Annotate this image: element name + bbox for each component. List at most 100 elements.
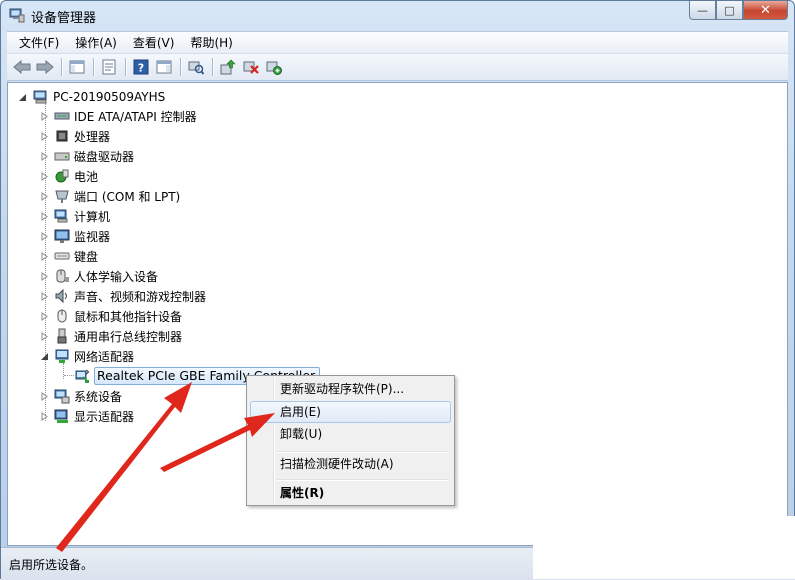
expand-triangle-icon[interactable] [40,251,49,261]
tree-category-label: 系统设备 [74,389,123,404]
title-bar[interactable]: 设备管理器 — □ ✕ [1,1,794,31]
sound-icon [55,288,67,304]
root-computer-name: PC-20190509AYHS [53,90,166,104]
expand-triangle-icon[interactable] [40,191,49,201]
tree-category-row[interactable]: 鼠标和其他指针设备 [40,306,182,326]
computer-icon [54,209,68,223]
show-hide-action-pane-button[interactable] [153,57,175,77]
menu-file[interactable]: 文件(F) [11,34,67,51]
tree-category-label: 监视器 [74,229,111,244]
disk-drive-icon [54,152,70,161]
enable-device-icon [266,61,282,75]
ide-controller-icon [54,112,70,120]
update-driver-icon [220,59,236,75]
tree-category-row[interactable]: IDE ATA/ATAPI 控制器 [40,106,197,126]
tree-category-label: 电池 [74,169,99,184]
expand-triangle-icon[interactable] [40,231,49,241]
tree-category-row[interactable]: 人体学输入设备 [40,266,158,286]
tree-category-row[interactable]: 网络适配器 [40,346,134,366]
show-hide-console-tree-button[interactable] [66,57,88,77]
menu-help[interactable]: 帮助(H) [182,34,240,51]
tree-category-label: 端口 (COM 和 LPT) [74,189,181,204]
context-scan[interactable]: 扫描检测硬件改动(A) [250,453,451,475]
expand-triangle-icon[interactable] [40,271,49,281]
close-button[interactable]: ✕ [743,1,788,20]
tree-category-label: 人体学输入设备 [74,269,159,284]
tree-category-label: 处理器 [74,129,111,144]
usb-icon [57,328,67,344]
tree-category-row[interactable]: 磁盘驱动器 [40,146,134,166]
help-icon: ? [133,59,149,75]
tree-category-row[interactable]: 显示适配器 [40,406,134,426]
back-button[interactable] [11,57,33,77]
toolbar: ? [7,53,788,81]
expand-triangle-icon[interactable] [40,391,49,401]
uninstall-icon [243,61,259,74]
computer-root-icon [33,90,47,104]
tree-category-row[interactable]: 处理器 [40,126,110,146]
tree-category-label: 计算机 [74,209,111,224]
tree-category-row[interactable]: 电池 [40,166,98,186]
tree-category-row[interactable]: 通用串行总线控制器 [40,326,182,346]
expand-triangle-icon[interactable] [40,151,49,161]
expand-triangle-icon[interactable] [40,131,49,141]
minimize-icon: — [697,3,708,17]
collapse-triangle-icon[interactable] [40,352,49,361]
enable-device-button[interactable] [263,57,285,77]
toolbar-separator [125,58,126,76]
battery-icon [55,169,69,183]
forward-icon [36,60,54,74]
tree-category-row[interactable]: 监视器 [40,226,110,246]
tree-category-label: 网络适配器 [74,349,135,364]
tree-category-row[interactable]: 键盘 [40,246,98,266]
context-properties-label: 属性 [280,486,305,500]
system-devices-icon [54,389,70,404]
uninstall-button[interactable] [240,57,262,77]
menu-action[interactable]: 操作(A) [67,34,125,51]
context-uninstall[interactable]: 卸载(U) [250,423,451,445]
minimize-button[interactable]: — [689,1,716,20]
context-separator [277,479,449,481]
help-button[interactable]: ? [130,57,152,77]
expand-triangle-icon[interactable] [40,211,49,221]
scan-hardware-button[interactable] [185,57,207,77]
expand-triangle-icon[interactable] [40,111,49,121]
context-properties[interactable]: 属性(R) [250,482,451,504]
show-hide-action-pane-icon [156,60,172,74]
expand-triangle-icon[interactable] [40,411,49,421]
collapse-triangle-icon[interactable] [18,93,27,102]
tree-category-row[interactable]: 端口 (COM 和 LPT) [40,186,180,206]
expand-triangle-icon[interactable] [40,331,49,341]
network-card-icon [75,369,90,383]
tree-category-row[interactable]: 声音、视频和游戏控制器 [40,286,206,306]
tree-category-label: 键盘 [74,249,99,264]
close-icon: ✕ [760,2,771,18]
tree-category-row[interactable]: 计算机 [40,206,110,226]
expand-triangle-icon[interactable] [40,291,49,301]
update-driver-button[interactable] [217,57,239,77]
display-adapter-icon [54,409,68,423]
maximize-button[interactable]: □ [716,1,743,20]
tree-category-label: 磁盘驱动器 [74,149,135,164]
scan-hardware-icon [188,61,204,75]
tree-category-label: 鼠标和其他指针设备 [74,309,183,324]
monitor-icon [54,229,70,243]
menu-bar: 文件(F) 操作(A) 查看(V) 帮助(H) [7,31,788,53]
tree-root[interactable]: PC-20190509AYHS [18,87,165,107]
tree-category-label: IDE ATA/ATAPI 控制器 [74,109,197,124]
menu-view[interactable]: 查看(V) [125,34,183,51]
toolbar-separator [93,58,94,76]
tree-category-row[interactable]: 系统设备 [40,386,122,406]
status-bar-overlay [533,516,795,579]
expand-triangle-icon[interactable] [40,171,49,181]
properties-button[interactable] [98,57,120,77]
context-enable[interactable]: 启用(E) [250,401,451,423]
svg-text:?: ? [138,62,144,75]
context-menu: 更新驱动程序软件(P)... 启用(E) 卸载(U) 扫描检测硬件改动(A) 属… [246,375,455,506]
processor-icon [56,130,68,142]
back-icon [13,60,31,74]
context-update-driver[interactable]: 更新驱动程序软件(P)... [250,378,451,400]
expand-triangle-icon[interactable] [40,311,49,321]
tree-category-label: 显示适配器 [74,409,135,424]
forward-button[interactable] [34,57,56,77]
